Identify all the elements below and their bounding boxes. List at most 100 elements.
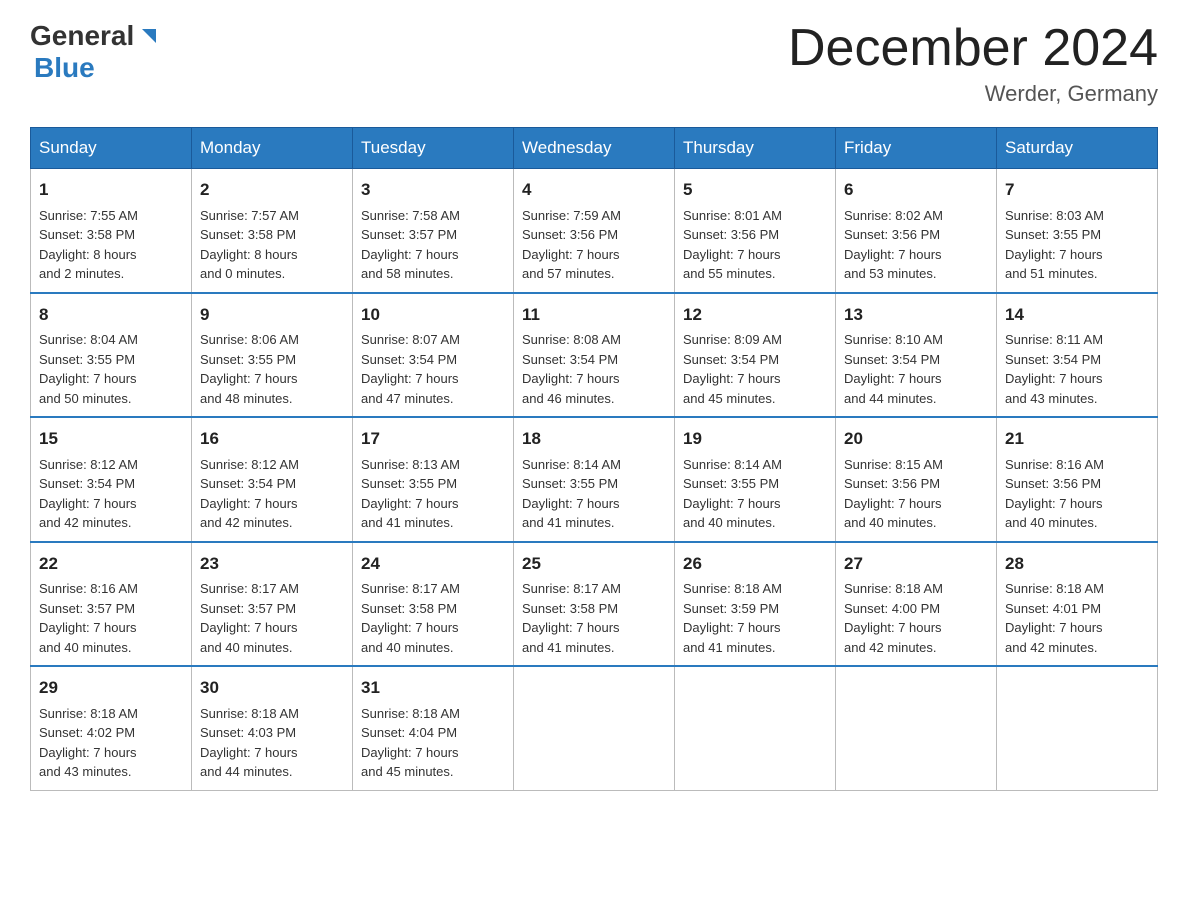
day-info: Sunrise: 8:14 AMSunset: 3:55 PMDaylight:… [683,457,782,531]
header-saturday: Saturday [997,128,1158,169]
day-number: 2 [200,177,344,203]
day-info: Sunrise: 8:18 AMSunset: 4:00 PMDaylight:… [844,581,943,655]
day-info: Sunrise: 8:12 AMSunset: 3:54 PMDaylight:… [200,457,299,531]
day-number: 21 [1005,426,1149,452]
calendar-cell: 22 Sunrise: 8:16 AMSunset: 3:57 PMDaylig… [31,542,192,667]
calendar-cell: 28 Sunrise: 8:18 AMSunset: 4:01 PMDaylig… [997,542,1158,667]
day-info: Sunrise: 8:12 AMSunset: 3:54 PMDaylight:… [39,457,138,531]
logo-general-text: General [30,20,134,52]
calendar-cell [997,666,1158,790]
calendar-cell: 2 Sunrise: 7:57 AMSunset: 3:58 PMDayligh… [192,169,353,293]
calendar-cell: 17 Sunrise: 8:13 AMSunset: 3:55 PMDaylig… [353,417,514,542]
day-number: 20 [844,426,988,452]
title-area: December 2024 Werder, Germany [788,20,1158,107]
calendar-cell [675,666,836,790]
day-info: Sunrise: 8:09 AMSunset: 3:54 PMDaylight:… [683,332,782,406]
day-number: 12 [683,302,827,328]
day-number: 7 [1005,177,1149,203]
day-info: Sunrise: 8:17 AMSunset: 3:58 PMDaylight:… [522,581,621,655]
calendar-cell: 4 Sunrise: 7:59 AMSunset: 3:56 PMDayligh… [514,169,675,293]
day-number: 13 [844,302,988,328]
logo-triangle-icon [136,25,158,47]
logo: General Blue [30,20,158,84]
day-info: Sunrise: 8:18 AMSunset: 4:03 PMDaylight:… [200,706,299,780]
day-info: Sunrise: 8:01 AMSunset: 3:56 PMDaylight:… [683,208,782,282]
calendar-cell: 14 Sunrise: 8:11 AMSunset: 3:54 PMDaylig… [997,293,1158,418]
day-info: Sunrise: 8:03 AMSunset: 3:55 PMDaylight:… [1005,208,1104,282]
header-sunday: Sunday [31,128,192,169]
logo-blue-text: Blue [34,52,95,84]
day-info: Sunrise: 8:18 AMSunset: 4:02 PMDaylight:… [39,706,138,780]
day-number: 10 [361,302,505,328]
calendar-cell: 27 Sunrise: 8:18 AMSunset: 4:00 PMDaylig… [836,542,997,667]
day-number: 9 [200,302,344,328]
day-info: Sunrise: 8:18 AMSunset: 4:04 PMDaylight:… [361,706,460,780]
day-info: Sunrise: 8:10 AMSunset: 3:54 PMDaylight:… [844,332,943,406]
calendar-cell: 11 Sunrise: 8:08 AMSunset: 3:54 PMDaylig… [514,293,675,418]
calendar-cell: 29 Sunrise: 8:18 AMSunset: 4:02 PMDaylig… [31,666,192,790]
calendar-cell: 15 Sunrise: 8:12 AMSunset: 3:54 PMDaylig… [31,417,192,542]
day-info: Sunrise: 8:06 AMSunset: 3:55 PMDaylight:… [200,332,299,406]
day-info: Sunrise: 7:57 AMSunset: 3:58 PMDaylight:… [200,208,299,282]
day-number: 15 [39,426,183,452]
calendar-week-2: 8 Sunrise: 8:04 AMSunset: 3:55 PMDayligh… [31,293,1158,418]
month-year-title: December 2024 [788,20,1158,77]
day-number: 14 [1005,302,1149,328]
day-info: Sunrise: 8:11 AMSunset: 3:54 PMDaylight:… [1005,332,1103,406]
day-number: 22 [39,551,183,577]
calendar-week-4: 22 Sunrise: 8:16 AMSunset: 3:57 PMDaylig… [31,542,1158,667]
calendar-cell: 21 Sunrise: 8:16 AMSunset: 3:56 PMDaylig… [997,417,1158,542]
calendar-cell: 26 Sunrise: 8:18 AMSunset: 3:59 PMDaylig… [675,542,836,667]
calendar-cell: 23 Sunrise: 8:17 AMSunset: 3:57 PMDaylig… [192,542,353,667]
calendar-cell: 12 Sunrise: 8:09 AMSunset: 3:54 PMDaylig… [675,293,836,418]
calendar-cell: 6 Sunrise: 8:02 AMSunset: 3:56 PMDayligh… [836,169,997,293]
day-number: 8 [39,302,183,328]
calendar-cell: 30 Sunrise: 8:18 AMSunset: 4:03 PMDaylig… [192,666,353,790]
calendar-table: SundayMondayTuesdayWednesdayThursdayFrid… [30,127,1158,791]
day-number: 24 [361,551,505,577]
day-number: 28 [1005,551,1149,577]
location-subtitle: Werder, Germany [788,81,1158,107]
day-number: 30 [200,675,344,701]
day-info: Sunrise: 7:55 AMSunset: 3:58 PMDaylight:… [39,208,138,282]
day-number: 1 [39,177,183,203]
day-info: Sunrise: 8:17 AMSunset: 3:58 PMDaylight:… [361,581,460,655]
calendar-week-3: 15 Sunrise: 8:12 AMSunset: 3:54 PMDaylig… [31,417,1158,542]
calendar-cell: 24 Sunrise: 8:17 AMSunset: 3:58 PMDaylig… [353,542,514,667]
calendar-cell: 10 Sunrise: 8:07 AMSunset: 3:54 PMDaylig… [353,293,514,418]
day-info: Sunrise: 7:59 AMSunset: 3:56 PMDaylight:… [522,208,621,282]
calendar-cell: 19 Sunrise: 8:14 AMSunset: 3:55 PMDaylig… [675,417,836,542]
day-number: 26 [683,551,827,577]
day-info: Sunrise: 8:16 AMSunset: 3:56 PMDaylight:… [1005,457,1104,531]
calendar-cell: 13 Sunrise: 8:10 AMSunset: 3:54 PMDaylig… [836,293,997,418]
calendar-cell: 18 Sunrise: 8:14 AMSunset: 3:55 PMDaylig… [514,417,675,542]
calendar-cell: 3 Sunrise: 7:58 AMSunset: 3:57 PMDayligh… [353,169,514,293]
day-info: Sunrise: 8:08 AMSunset: 3:54 PMDaylight:… [522,332,621,406]
day-info: Sunrise: 8:07 AMSunset: 3:54 PMDaylight:… [361,332,460,406]
calendar-week-5: 29 Sunrise: 8:18 AMSunset: 4:02 PMDaylig… [31,666,1158,790]
calendar-cell: 1 Sunrise: 7:55 AMSunset: 3:58 PMDayligh… [31,169,192,293]
day-number: 19 [683,426,827,452]
day-number: 27 [844,551,988,577]
day-info: Sunrise: 8:18 AMSunset: 3:59 PMDaylight:… [683,581,782,655]
calendar-cell: 9 Sunrise: 8:06 AMSunset: 3:55 PMDayligh… [192,293,353,418]
day-number: 23 [200,551,344,577]
header-thursday: Thursday [675,128,836,169]
header-tuesday: Tuesday [353,128,514,169]
day-info: Sunrise: 8:14 AMSunset: 3:55 PMDaylight:… [522,457,621,531]
calendar-header-row: SundayMondayTuesdayWednesdayThursdayFrid… [31,128,1158,169]
day-number: 11 [522,302,666,328]
day-info: Sunrise: 7:58 AMSunset: 3:57 PMDaylight:… [361,208,460,282]
calendar-cell: 20 Sunrise: 8:15 AMSunset: 3:56 PMDaylig… [836,417,997,542]
day-number: 17 [361,426,505,452]
day-number: 16 [200,426,344,452]
day-info: Sunrise: 8:17 AMSunset: 3:57 PMDaylight:… [200,581,299,655]
day-number: 18 [522,426,666,452]
day-info: Sunrise: 8:16 AMSunset: 3:57 PMDaylight:… [39,581,138,655]
day-number: 29 [39,675,183,701]
day-number: 6 [844,177,988,203]
calendar-cell: 8 Sunrise: 8:04 AMSunset: 3:55 PMDayligh… [31,293,192,418]
calendar-cell: 31 Sunrise: 8:18 AMSunset: 4:04 PMDaylig… [353,666,514,790]
calendar-cell: 5 Sunrise: 8:01 AMSunset: 3:56 PMDayligh… [675,169,836,293]
day-number: 3 [361,177,505,203]
